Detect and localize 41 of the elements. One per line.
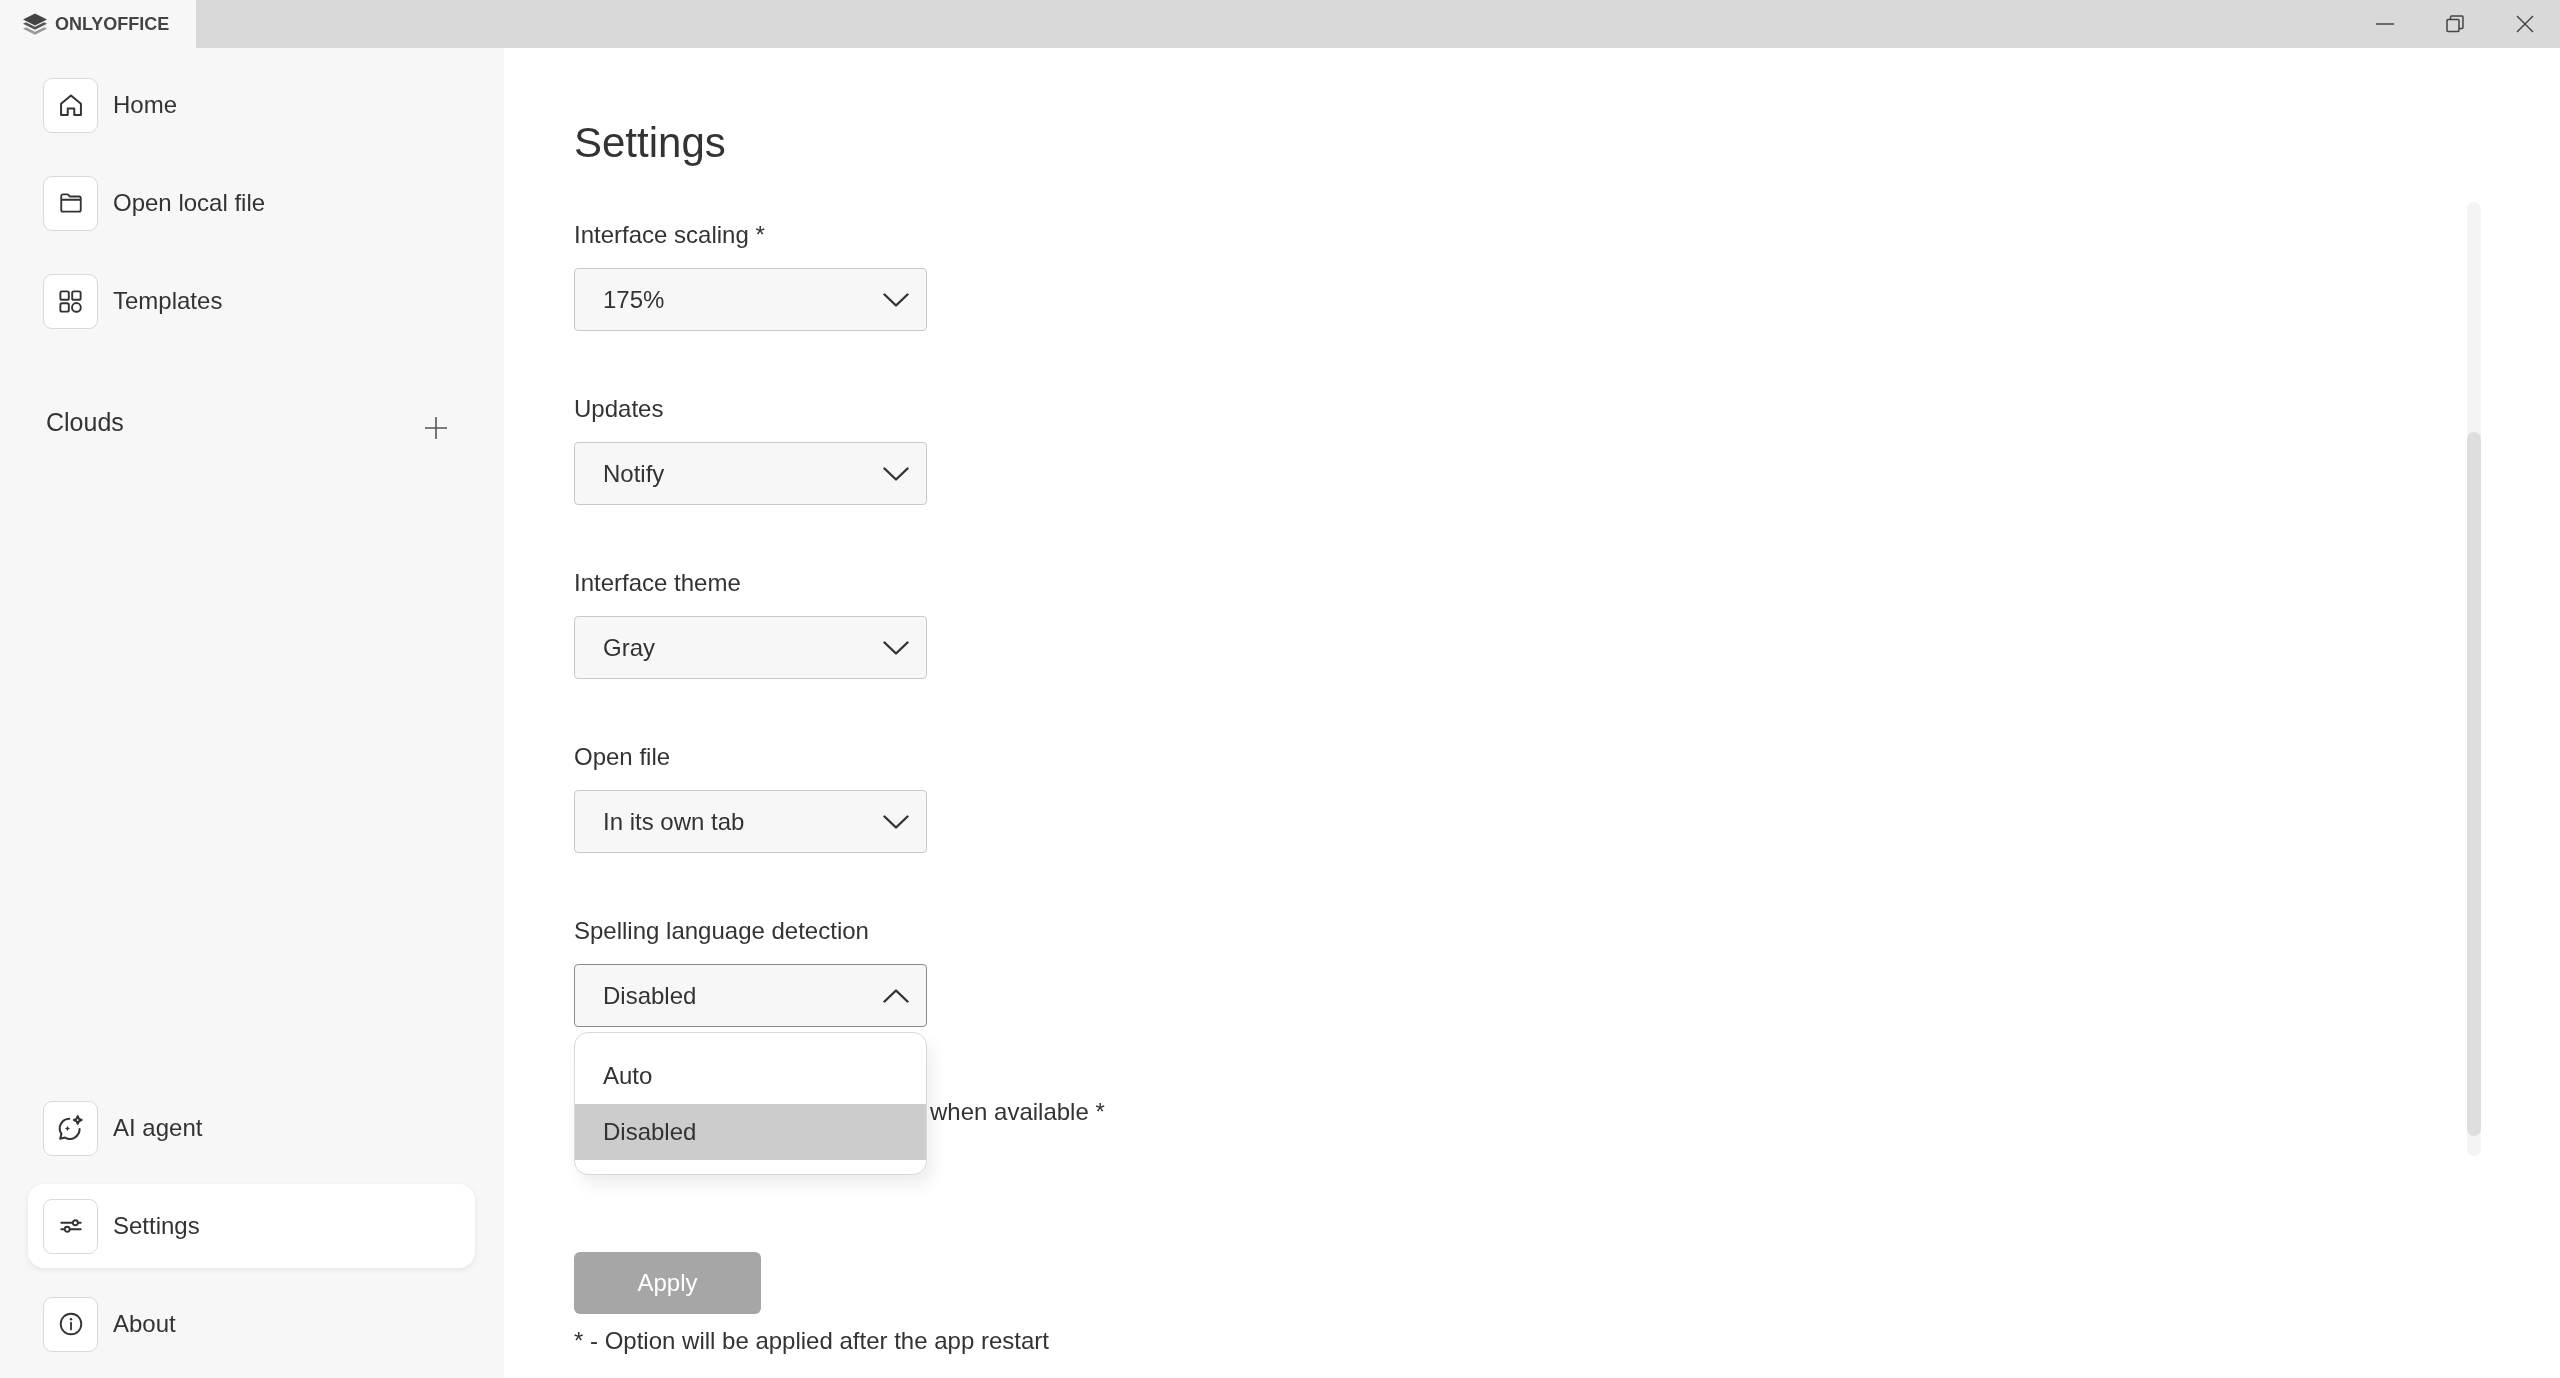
logo-text: ONLYOFFICE	[55, 13, 170, 35]
scrollbar-thumb[interactable]	[2467, 432, 2481, 1136]
chevron-down-icon	[883, 292, 909, 307]
sidebar-item[interactable]: Templates	[28, 259, 475, 343]
close-icon	[2516, 15, 2534, 33]
sidebar-item[interactable]: AI agent	[28, 1086, 475, 1170]
field-label: Open file	[574, 742, 671, 772]
logo-tab[interactable]: ONLYOFFICE	[0, 0, 196, 48]
sidebar-item[interactable]: Settings	[28, 1184, 475, 1268]
house-icon	[43, 77, 98, 133]
menu-option[interactable]: Disabled	[575, 1104, 926, 1160]
chevron-down-icon	[883, 640, 909, 655]
footnote: * - Option will be applied after the app restart	[574, 1326, 1049, 1356]
page-title: Settings	[574, 118, 726, 168]
section-title: Clouds	[46, 407, 124, 437]
menu-option[interactable]: Auto	[575, 1048, 926, 1104]
chevron-down-icon	[883, 814, 909, 829]
sidebar-item[interactable]: Home	[28, 63, 475, 147]
grid-icon	[43, 273, 98, 329]
info-icon	[43, 1296, 98, 1352]
option-label: when available *	[930, 1097, 1105, 1127]
dropdown[interactable]: Gray	[574, 616, 927, 679]
dropdown[interactable]: 175%	[574, 268, 927, 331]
dropdown[interactable]: Disabled	[574, 964, 927, 1027]
folder-icon	[43, 175, 98, 231]
dropdown[interactable]: In its own tab	[574, 790, 927, 853]
dropdown[interactable]: Notify	[574, 442, 927, 505]
field-label: Updates	[574, 394, 664, 424]
restore-icon	[2446, 15, 2464, 33]
field-label: Spelling language detection	[574, 916, 869, 946]
plus-icon[interactable]	[425, 417, 447, 439]
minimize-icon	[2376, 23, 2394, 25]
field-label: Interface theme	[574, 568, 741, 598]
chevron-up-icon	[883, 988, 909, 1003]
sidebar-item[interactable]: Open local file	[28, 161, 475, 245]
chevron-down-icon	[883, 466, 909, 481]
layers-icon	[22, 11, 48, 37]
field-label: Interface scaling *	[574, 220, 765, 250]
sliders-icon	[43, 1198, 98, 1254]
sidebar-item[interactable]: About	[28, 1282, 475, 1366]
chat-sparkle-icon	[43, 1100, 98, 1156]
